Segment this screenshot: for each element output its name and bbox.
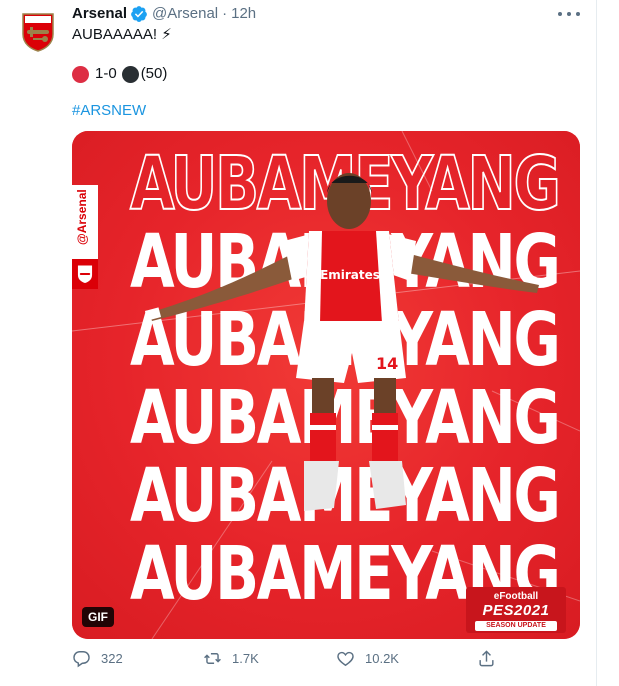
pes-main-text: PES2021 [482, 602, 550, 619]
gif-badge: GIF [82, 607, 114, 627]
verified-badge-icon [130, 5, 148, 23]
retweet-icon [204, 653, 221, 664]
pes-sub-text: SEASON UPDATE [475, 621, 557, 631]
score-line: 1-0 (50) [72, 64, 167, 84]
arsenal-crest-icon [22, 13, 54, 52]
score: 1-0 [95, 65, 117, 82]
reply-count: 322 [101, 651, 123, 666]
pes-logo: eFootball PES2021 SEASON UPDATE [466, 587, 566, 633]
like-count: 10.2K [365, 651, 399, 666]
hashtag-link[interactable]: #ARSNEW [72, 101, 146, 121]
display-name[interactable]: Arsenal [72, 4, 127, 24]
retweet-count: 1.7K [232, 651, 259, 666]
minute: (50) [140, 65, 168, 82]
more-icon[interactable] [558, 6, 580, 22]
tweet-text: AUBAAAAA! ⚡ [72, 26, 172, 43]
banner-word: AUBAMEYANG [130, 531, 561, 617]
tweet-media-gif[interactable]: AUBAMEYANG AUBAMEYANG AUBAMEYANG AUBAMEY… [72, 131, 580, 639]
heart-icon [337, 651, 354, 667]
handle[interactable]: @Arsenal [152, 4, 218, 24]
player-figure: Emirates 14 [144, 173, 539, 511]
avatar[interactable] [14, 8, 62, 56]
side-badge-text: @Arsenal [75, 189, 89, 245]
like-button[interactable]: 10.2K [336, 649, 399, 668]
tweet-actions: 322 1.7K 10.2K [72, 649, 502, 671]
tweet-header: Arsenal @Arsenal · 12h [72, 4, 256, 24]
side-crest-icon [72, 259, 98, 289]
reply-icon [73, 651, 90, 668]
retweet-button[interactable]: 1.7K [203, 649, 259, 668]
reply-button[interactable]: 322 [72, 649, 123, 668]
separator-dot: · [222, 5, 228, 22]
black-circle-icon [121, 65, 139, 83]
red-circle-icon [72, 65, 89, 83]
svg-text:Emirates: Emirates [320, 268, 380, 282]
timestamp[interactable]: 12h [231, 4, 256, 24]
share-icon [479, 650, 494, 667]
svg-text:14: 14 [376, 354, 398, 373]
share-button[interactable] [477, 649, 496, 668]
tweet-card[interactable]: Arsenal @Arsenal · 12h AUBAAAAA! ⚡ 1-0 (… [0, 0, 597, 686]
